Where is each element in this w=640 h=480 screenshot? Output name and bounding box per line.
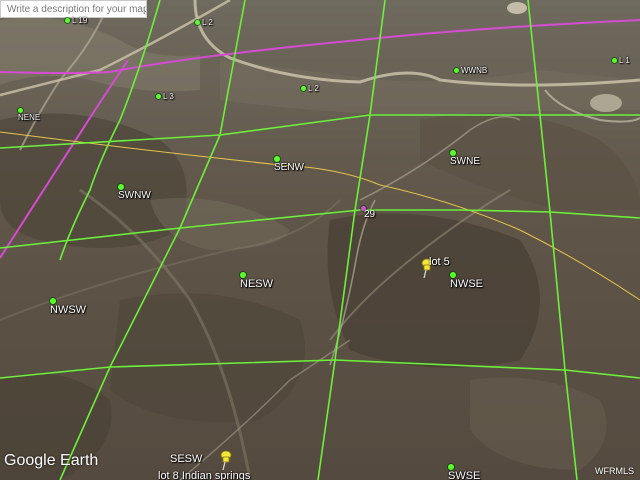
marker-dot-icon: [156, 94, 161, 99]
marker-label: NENE: [18, 113, 41, 122]
map-credit: WFRMLS: [595, 466, 634, 476]
marker-label: L 1: [619, 56, 630, 65]
marker-label: NESW: [240, 278, 273, 290]
placemark-pin-icon[interactable]: [218, 449, 232, 471]
marker-dot-icon: [195, 20, 200, 25]
marker-label: NWSE: [450, 278, 483, 290]
map-view[interactable]: Write a description for your map L 19 L …: [0, 0, 640, 480]
marker-label: L 19: [72, 16, 88, 25]
google-earth-logo: Google Earth: [4, 452, 99, 469]
satellite-terrain: [0, 0, 640, 480]
marker-label: NWSW: [50, 304, 87, 316]
marker-label: SWNE: [450, 156, 480, 167]
lot8-label: lot 8 Indian springs: [158, 470, 251, 480]
marker-label: L 2: [308, 84, 319, 93]
marker-label: SENW: [274, 162, 304, 173]
marker-dot-icon: [612, 58, 617, 63]
marker-label: WWNB: [461, 66, 488, 75]
marker-label: SWNW: [118, 190, 151, 201]
marker-dot-icon: [65, 18, 70, 23]
marker-dot-icon: [454, 68, 459, 73]
section-number-label: 29: [364, 209, 376, 220]
marker-label: L 2: [202, 18, 213, 27]
lot5-label: lot 5: [429, 256, 450, 268]
marker-label: L 3: [163, 92, 174, 101]
sesw-label: SESW: [170, 453, 203, 465]
marker-label: SWSE: [448, 470, 481, 480]
marker-dot-icon: [301, 86, 306, 91]
